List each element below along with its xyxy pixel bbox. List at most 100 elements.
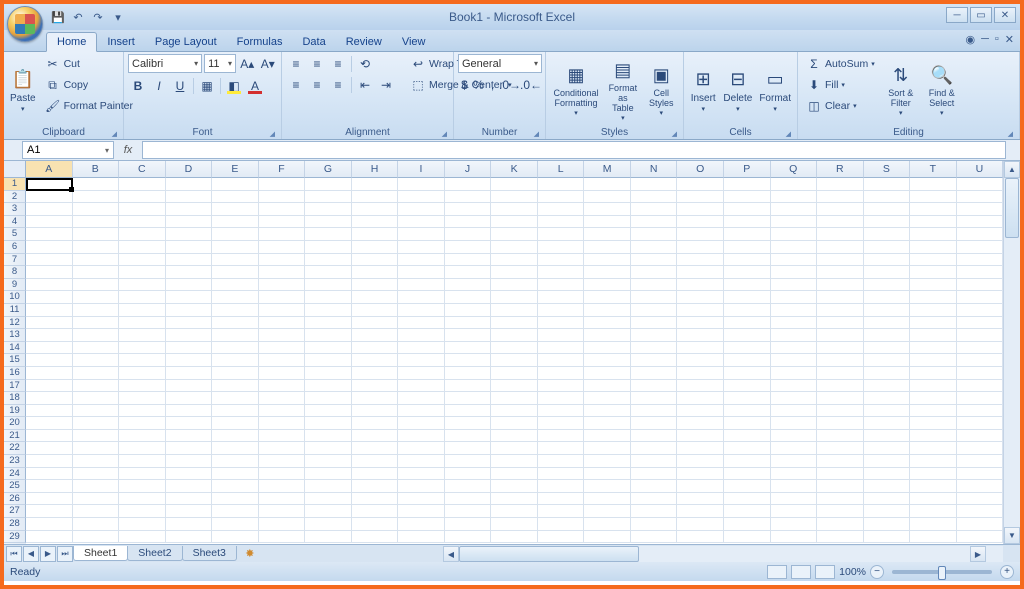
- row-head-16[interactable]: 16: [4, 367, 26, 380]
- format-painter-button[interactable]: 🖌Format Painter: [41, 96, 137, 116]
- col-head-M[interactable]: M: [584, 161, 631, 178]
- cell[interactable]: [445, 178, 492, 191]
- cell[interactable]: [73, 329, 120, 342]
- cell[interactable]: [724, 405, 771, 418]
- cell[interactable]: [259, 203, 306, 216]
- cell[interactable]: [538, 380, 585, 393]
- cell[interactable]: [491, 291, 538, 304]
- cell[interactable]: [677, 254, 724, 267]
- cell[interactable]: [584, 442, 631, 455]
- cell[interactable]: [957, 430, 1004, 443]
- col-head-A[interactable]: A: [26, 161, 73, 178]
- cell[interactable]: [538, 241, 585, 254]
- cell[interactable]: [491, 518, 538, 531]
- row-head-24[interactable]: 24: [4, 468, 26, 481]
- insert-cells-button[interactable]: ⊞Insert▾: [688, 54, 718, 126]
- cell[interactable]: [259, 468, 306, 481]
- font-size-combo[interactable]: 11: [204, 54, 236, 73]
- cell[interactable]: [538, 216, 585, 229]
- cell[interactable]: [584, 304, 631, 317]
- cell[interactable]: [677, 241, 724, 254]
- cell[interactable]: [817, 304, 864, 317]
- cell[interactable]: [491, 417, 538, 430]
- cell[interactable]: [491, 317, 538, 330]
- cell[interactable]: [771, 531, 818, 544]
- cell[interactable]: [584, 191, 631, 204]
- cell[interactable]: [538, 430, 585, 443]
- cell[interactable]: [724, 430, 771, 443]
- cell[interactable]: [26, 241, 73, 254]
- cell[interactable]: [119, 480, 166, 493]
- paste-button[interactable]: 📋 Paste▾: [8, 54, 38, 126]
- sort-filter-button[interactable]: ⇅Sort & Filter▾: [882, 54, 920, 126]
- cell[interactable]: [631, 279, 678, 292]
- cell[interactable]: [771, 354, 818, 367]
- cell[interactable]: [817, 317, 864, 330]
- cell[interactable]: [259, 191, 306, 204]
- cell[interactable]: [119, 203, 166, 216]
- cell[interactable]: [817, 480, 864, 493]
- cell[interactable]: [631, 216, 678, 229]
- col-head-O[interactable]: O: [677, 161, 724, 178]
- row-head-20[interactable]: 20: [4, 417, 26, 430]
- cell[interactable]: [398, 304, 445, 317]
- cell[interactable]: [864, 203, 911, 216]
- cell[interactable]: [212, 417, 259, 430]
- cell[interactable]: [631, 254, 678, 267]
- cell[interactable]: [771, 216, 818, 229]
- cell[interactable]: [445, 266, 492, 279]
- cell[interactable]: [677, 178, 724, 191]
- cell[interactable]: [584, 468, 631, 481]
- cell[interactable]: [305, 493, 352, 506]
- cell[interactable]: [26, 430, 73, 443]
- cell[interactable]: [398, 254, 445, 267]
- cell[interactable]: [73, 367, 120, 380]
- cell[interactable]: [259, 279, 306, 292]
- cell[interactable]: [910, 442, 957, 455]
- cell[interactable]: [352, 304, 399, 317]
- cell[interactable]: [119, 417, 166, 430]
- cell[interactable]: [305, 291, 352, 304]
- cell[interactable]: [864, 266, 911, 279]
- row-head-1[interactable]: 1: [4, 178, 26, 191]
- cell[interactable]: [212, 228, 259, 241]
- cell[interactable]: [305, 191, 352, 204]
- cell[interactable]: [491, 442, 538, 455]
- accounting-format-button[interactable]: $: [458, 75, 471, 95]
- cell[interactable]: [538, 367, 585, 380]
- cell[interactable]: [910, 455, 957, 468]
- cell[interactable]: [119, 191, 166, 204]
- cell[interactable]: [166, 279, 213, 292]
- cell[interactable]: [538, 304, 585, 317]
- cell[interactable]: [212, 191, 259, 204]
- cell[interactable]: [445, 417, 492, 430]
- cell[interactable]: [445, 455, 492, 468]
- cell[interactable]: [631, 367, 678, 380]
- cell[interactable]: [212, 254, 259, 267]
- row-head-28[interactable]: 28: [4, 518, 26, 531]
- increase-decimal-button[interactable]: .0→: [500, 75, 520, 95]
- cell[interactable]: [166, 430, 213, 443]
- cell[interactable]: [677, 392, 724, 405]
- cell[interactable]: [259, 493, 306, 506]
- cell[interactable]: [910, 468, 957, 481]
- cell[interactable]: [352, 392, 399, 405]
- cell[interactable]: [817, 367, 864, 380]
- cell[interactable]: [259, 228, 306, 241]
- cell[interactable]: [817, 455, 864, 468]
- cell[interactable]: [305, 178, 352, 191]
- cell[interactable]: [677, 417, 724, 430]
- cell[interactable]: [119, 468, 166, 481]
- cell[interactable]: [305, 518, 352, 531]
- cell[interactable]: [398, 228, 445, 241]
- cell[interactable]: [957, 329, 1004, 342]
- cell[interactable]: [26, 304, 73, 317]
- cell[interactable]: [259, 178, 306, 191]
- align-left-button[interactable]: ≡: [286, 75, 306, 95]
- cell[interactable]: [724, 191, 771, 204]
- cell[interactable]: [26, 455, 73, 468]
- cell[interactable]: [26, 417, 73, 430]
- cell[interactable]: [538, 317, 585, 330]
- name-box[interactable]: A1: [22, 141, 114, 159]
- sheet-tab-1[interactable]: Sheet1: [73, 546, 128, 561]
